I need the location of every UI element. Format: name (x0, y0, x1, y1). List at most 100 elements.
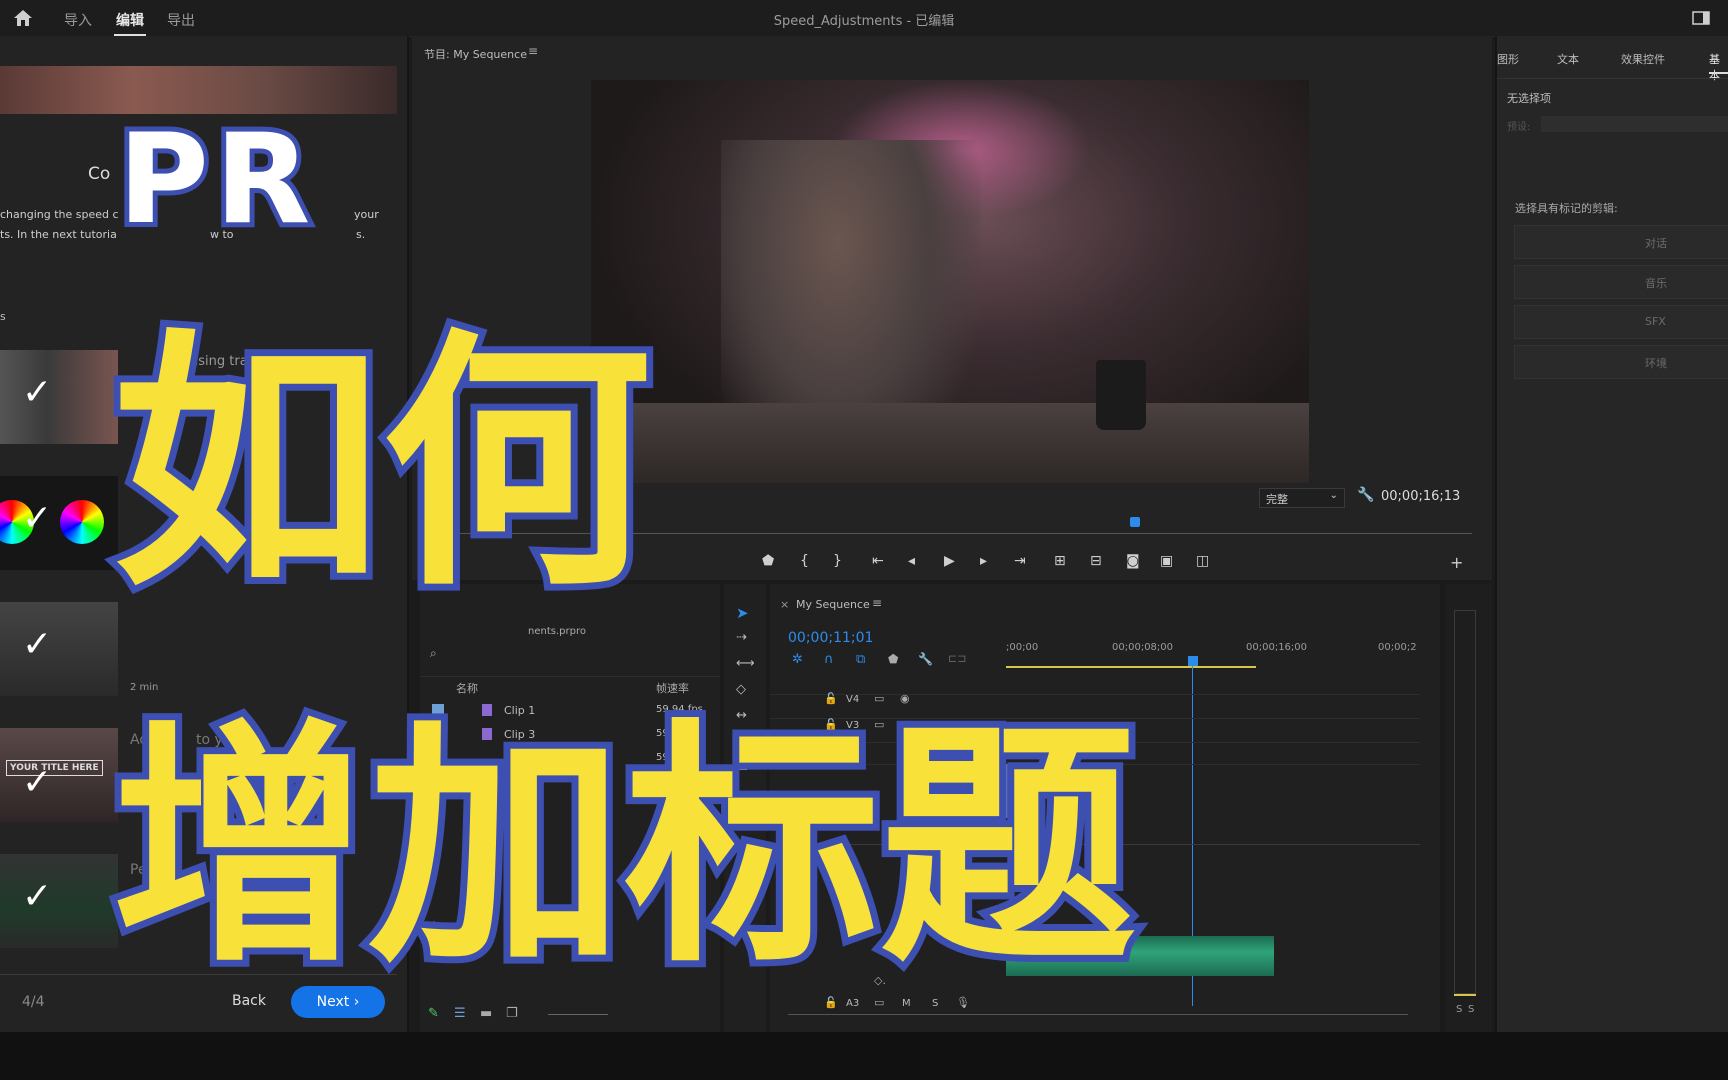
track-label-a3: A3 (846, 998, 860, 1009)
search-icon[interactable]: ⌕ (430, 646, 437, 661)
mic-icon[interactable]: 🎙 (956, 996, 970, 1009)
mark-in-icon[interactable]: { (800, 553, 809, 569)
sequence-tab[interactable]: My Sequence (796, 598, 870, 611)
wrench-icon[interactable]: 🔧 (918, 652, 933, 666)
selection-tool-icon[interactable]: ➤ (736, 604, 749, 622)
meter-solo-left[interactable]: S (1456, 1004, 1462, 1015)
dialogue-button[interactable]: 对话 (1514, 225, 1728, 259)
tutorial-item-thumb[interactable]: ✓ (0, 602, 118, 696)
check-icon: ✓ (22, 876, 53, 917)
tutorial-heading: Co (88, 164, 111, 184)
tutorial-item-thumb[interactable]: ✓ (0, 350, 118, 444)
playhead-handle[interactable] (1188, 656, 1198, 666)
solo-button[interactable]: S (932, 998, 938, 1009)
tab-graphics[interactable]: 图形 (1497, 51, 1519, 67)
tab-effect-controls[interactable]: 效果控件 (1621, 51, 1665, 67)
lift-icon[interactable]: ⊞ (1054, 553, 1066, 569)
body-text-2c: s. (356, 228, 366, 241)
razor-tool-icon[interactable]: ◇ (736, 682, 746, 697)
preset-label: 预设: (1507, 122, 1531, 133)
marker-icon[interactable]: ⬟ (888, 652, 898, 666)
ruler-label: 00;00;2 (1378, 642, 1417, 653)
close-icon[interactable]: × (780, 598, 789, 611)
audio-meter: S S (1446, 584, 1492, 1032)
mute-button[interactable]: M (902, 998, 911, 1009)
camera-icon[interactable]: ◙ (1126, 553, 1140, 569)
lock-icon[interactable]: 🔓 (824, 996, 838, 1009)
meter-solo-right[interactable]: S (1468, 1004, 1474, 1015)
track-select-tool-icon[interactable]: ⇢ (736, 630, 747, 645)
chevron-down-icon: ⌄ (1329, 490, 1338, 501)
check-icon: ✓ (22, 624, 53, 665)
panel-menu-icon[interactable]: ≡ (872, 596, 882, 610)
zoom-slider[interactable] (548, 1014, 608, 1015)
panel-layout-icon[interactable] (1692, 10, 1710, 26)
quality-dropdown[interactable]: 完整 ⌄ (1259, 488, 1345, 508)
horizontal-scrollbar[interactable] (788, 1014, 1408, 1015)
check-icon: ✓ (22, 498, 53, 539)
work-area-bar[interactable] (1006, 666, 1256, 668)
music-button[interactable]: 音乐 (1514, 265, 1728, 299)
progress-count: 4/4 (22, 994, 45, 1010)
film-icon[interactable]: ▭ (874, 996, 884, 1009)
monitor-title: 节目: My Sequence (424, 48, 527, 61)
add-marker-icon[interactable]: ⬟ (762, 553, 774, 569)
select-clip-prompt: 选择具有标记的剪辑: (1515, 202, 1618, 215)
overlay-how-text: 如何 (105, 307, 659, 622)
freeform-view-icon[interactable]: ❐ (506, 1006, 518, 1021)
icon-view-icon[interactable]: ▬ (480, 1006, 492, 1021)
top-bar: 导入 编辑 导出 Speed_Adjustments - 已编辑 (0, 0, 1728, 37)
ruler-label: 00;00;08;00 (1112, 642, 1174, 653)
ripple-edit-tool-icon[interactable]: ⟷ (736, 656, 755, 671)
monitor-timecode: 00;00;16;13 (1381, 489, 1461, 504)
column-name: 名称 (456, 682, 478, 695)
body-text-1b: your (354, 208, 379, 221)
nest-icon[interactable]: ✲ (792, 652, 803, 667)
ambience-button[interactable]: 环境 (1514, 345, 1728, 379)
ruler-label: ;00;00 (1006, 642, 1039, 653)
column-fps: 帧速率 (656, 682, 689, 695)
section-label: s (0, 310, 6, 323)
list-view-icon[interactable]: ☰ (454, 1006, 466, 1021)
tab-text[interactable]: 文本 (1557, 51, 1579, 67)
go-to-in-icon[interactable]: ⇤ (872, 553, 884, 569)
sfx-button[interactable]: SFX (1514, 305, 1728, 339)
panel-menu-icon[interactable]: ≡ (528, 44, 538, 58)
video-frame (591, 80, 1309, 483)
step-forward-icon[interactable]: ▸ (980, 553, 987, 569)
extract-icon[interactable]: ⊟ (1090, 553, 1102, 569)
preset-dropdown[interactable] (1541, 116, 1728, 132)
linked-selection-icon[interactable]: ⧉ (856, 652, 865, 667)
check-icon: ✓ (22, 762, 53, 803)
body-text-1a: changing the speed c (0, 208, 119, 221)
go-to-out-icon[interactable]: ⇥ (1014, 553, 1026, 569)
wrench-icon[interactable]: 🔧 (1357, 487, 1374, 503)
compare-icon[interactable]: ▣ (1160, 553, 1173, 569)
playhead-marker[interactable] (1130, 517, 1140, 527)
timeline-timecode: 00;00;11;01 (788, 630, 874, 646)
project-filename: nents.prpro (528, 626, 586, 637)
pencil-icon[interactable]: ✎ (428, 1006, 439, 1021)
tutorial-item-thumb[interactable]: ✓ (0, 854, 118, 948)
step-back-icon[interactable]: ◂ (908, 553, 915, 569)
status-bar (0, 1032, 1728, 1080)
header-thumbnail (0, 66, 397, 114)
body-text-2a: ts. In the next tutoria (0, 228, 117, 241)
captions-icon[interactable]: ⊏⊐ (948, 652, 966, 665)
tutorial-item-duration: 2 min (130, 682, 159, 693)
no-selection-label: 无选择项 (1507, 92, 1551, 105)
mark-out-icon[interactable]: } (833, 553, 842, 569)
thumb-title-text: YOUR TITLE HERE (6, 760, 103, 776)
overlay-add-title-text: 增加标题 (105, 699, 1143, 997)
play-icon[interactable]: ▶ (944, 553, 955, 569)
snap-icon[interactable]: ∩ (824, 652, 834, 667)
overlay-pr-text: PR (113, 103, 317, 257)
check-icon: ✓ (22, 372, 53, 413)
safe-margins-icon[interactable]: ◫ (1196, 553, 1209, 569)
tutorial-item-thumb[interactable]: ✓ (0, 476, 118, 570)
ruler-label: 00;00;16;00 (1246, 642, 1308, 653)
window-title: Speed_Adjustments - 已编辑 (773, 14, 955, 29)
essential-sound-panel: 图形 文本 效果控件 基本 无选择项 预设: 选择具有标记的剪辑: (1495, 36, 1728, 1032)
tutorial-item-thumb[interactable]: YOUR TITLE HERE ✓ (0, 728, 118, 822)
add-button-icon[interactable]: + (1450, 553, 1463, 572)
